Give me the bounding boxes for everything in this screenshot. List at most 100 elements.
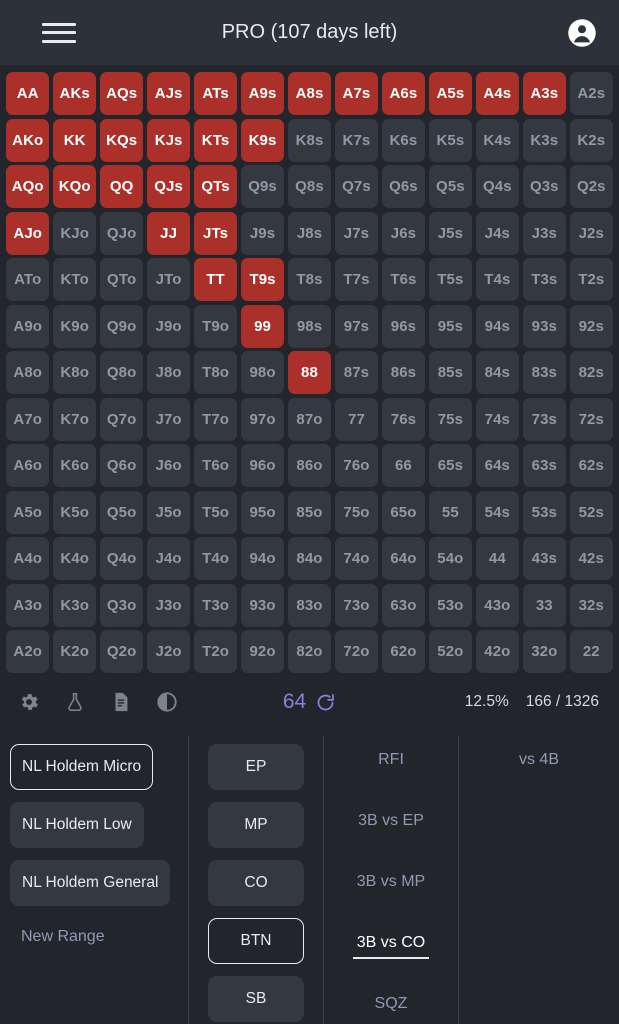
- hand-cell[interactable]: 32s: [570, 584, 613, 627]
- hand-cell[interactable]: K3o: [53, 584, 96, 627]
- hand-cell[interactable]: K9o: [53, 305, 96, 348]
- hand-cell[interactable]: 74s: [476, 398, 519, 441]
- hand-cell[interactable]: 77: [335, 398, 378, 441]
- hand-cell[interactable]: 55: [429, 491, 472, 534]
- hand-cell[interactable]: J5o: [147, 491, 190, 534]
- hand-cell[interactable]: 54s: [476, 491, 519, 534]
- hand-cell[interactable]: 83s: [523, 351, 566, 394]
- hand-cell[interactable]: J9o: [147, 305, 190, 348]
- hand-cell[interactable]: J8s: [288, 212, 331, 255]
- hand-cell[interactable]: QJs: [147, 165, 190, 208]
- hand-cell[interactable]: 65o: [382, 491, 425, 534]
- hand-cell[interactable]: 64s: [476, 444, 519, 487]
- hand-cell[interactable]: 73o: [335, 584, 378, 627]
- hand-cell[interactable]: 87s: [335, 351, 378, 394]
- hand-cell[interactable]: 52o: [429, 630, 472, 673]
- hand-cell[interactable]: T3o: [194, 584, 237, 627]
- hand-cell[interactable]: J4o: [147, 537, 190, 580]
- hand-cell[interactable]: 88: [288, 351, 331, 394]
- hand-cell[interactable]: J6o: [147, 444, 190, 487]
- hand-cell[interactable]: 72s: [570, 398, 613, 441]
- hand-cell[interactable]: 95s: [429, 305, 472, 348]
- hand-cell[interactable]: QTo: [100, 258, 143, 301]
- hand-cell[interactable]: Q9s: [241, 165, 284, 208]
- hand-cell[interactable]: T5o: [194, 491, 237, 534]
- hand-cell[interactable]: Q6s: [382, 165, 425, 208]
- action-button[interactable]: RFI: [374, 744, 408, 776]
- hand-cell[interactable]: 92o: [241, 630, 284, 673]
- hand-cell[interactable]: 74o: [335, 537, 378, 580]
- hand-cell[interactable]: J9s: [241, 212, 284, 255]
- hand-cell[interactable]: A6o: [6, 444, 49, 487]
- extra-action-button[interactable]: vs 4B: [515, 744, 563, 776]
- hand-cell[interactable]: JTo: [147, 258, 190, 301]
- hand-cell[interactable]: Q3o: [100, 584, 143, 627]
- hand-cell[interactable]: 43s: [523, 537, 566, 580]
- hand-cell[interactable]: Q9o: [100, 305, 143, 348]
- hand-cell[interactable]: A8o: [6, 351, 49, 394]
- hand-cell[interactable]: 92s: [570, 305, 613, 348]
- hand-cell[interactable]: Q6o: [100, 444, 143, 487]
- hand-cell[interactable]: T7s: [335, 258, 378, 301]
- hand-cell[interactable]: K8s: [288, 119, 331, 162]
- hand-cell[interactable]: K6o: [53, 444, 96, 487]
- hand-cell[interactable]: K7s: [335, 119, 378, 162]
- position-button[interactable]: EP: [208, 744, 304, 790]
- hand-cell[interactable]: AQs: [100, 72, 143, 115]
- hand-cell[interactable]: KTo: [53, 258, 96, 301]
- hand-cell[interactable]: 96o: [241, 444, 284, 487]
- hand-cell[interactable]: T4s: [476, 258, 519, 301]
- hand-cell[interactable]: J3o: [147, 584, 190, 627]
- hand-cell[interactable]: J7s: [335, 212, 378, 255]
- hand-cell[interactable]: J4s: [476, 212, 519, 255]
- hand-cell[interactable]: Q8s: [288, 165, 331, 208]
- range-button[interactable]: NL Holdem General: [10, 860, 170, 906]
- hand-cell[interactable]: 94s: [476, 305, 519, 348]
- hand-cell[interactable]: A2s: [570, 72, 613, 115]
- hand-cell[interactable]: 96s: [382, 305, 425, 348]
- contrast-icon[interactable]: [156, 691, 178, 713]
- hand-cell[interactable]: Q7o: [100, 398, 143, 441]
- hand-cell[interactable]: A9s: [241, 72, 284, 115]
- hand-cell[interactable]: Q4s: [476, 165, 519, 208]
- hand-cell[interactable]: AKs: [53, 72, 96, 115]
- hand-cell[interactable]: JTs: [194, 212, 237, 255]
- hand-cell[interactable]: 42o: [476, 630, 519, 673]
- gear-icon[interactable]: [18, 691, 40, 713]
- hand-cell[interactable]: Q8o: [100, 351, 143, 394]
- hand-cell[interactable]: KJs: [147, 119, 190, 162]
- action-button[interactable]: 3B vs MP: [353, 866, 429, 898]
- hand-cell[interactable]: KK: [53, 119, 96, 162]
- hand-cell[interactable]: 93s: [523, 305, 566, 348]
- action-button[interactable]: SQZ: [371, 988, 412, 1020]
- hand-cell[interactable]: Q7s: [335, 165, 378, 208]
- hand-cell[interactable]: T7o: [194, 398, 237, 441]
- hand-cell[interactable]: JJ: [147, 212, 190, 255]
- hand-cell[interactable]: QJo: [100, 212, 143, 255]
- hand-cell[interactable]: J5s: [429, 212, 472, 255]
- hand-cell[interactable]: 86s: [382, 351, 425, 394]
- hand-cell[interactable]: A8s: [288, 72, 331, 115]
- refresh-icon[interactable]: [315, 692, 336, 713]
- hand-cell[interactable]: 73s: [523, 398, 566, 441]
- hand-cell[interactable]: 85o: [288, 491, 331, 534]
- hand-cell[interactable]: Q4o: [100, 537, 143, 580]
- hand-cell[interactable]: K8o: [53, 351, 96, 394]
- hand-cell[interactable]: 83o: [288, 584, 331, 627]
- range-button[interactable]: NL Holdem Low: [10, 802, 144, 848]
- hand-cell[interactable]: 86o: [288, 444, 331, 487]
- hand-cell[interactable]: K3s: [523, 119, 566, 162]
- hand-cell[interactable]: T4o: [194, 537, 237, 580]
- account-circle-icon[interactable]: [567, 18, 597, 48]
- hand-cell[interactable]: 64o: [382, 537, 425, 580]
- hand-cell[interactable]: 94o: [241, 537, 284, 580]
- hand-cell[interactable]: 95o: [241, 491, 284, 534]
- hand-cell[interactable]: 82s: [570, 351, 613, 394]
- hand-cell[interactable]: 99: [241, 305, 284, 348]
- hand-cell[interactable]: 82o: [288, 630, 331, 673]
- hand-cell[interactable]: K6s: [382, 119, 425, 162]
- position-button[interactable]: MP: [208, 802, 304, 848]
- hand-cell[interactable]: AKo: [6, 119, 49, 162]
- hand-cell[interactable]: J3s: [523, 212, 566, 255]
- hand-cell[interactable]: KQs: [100, 119, 143, 162]
